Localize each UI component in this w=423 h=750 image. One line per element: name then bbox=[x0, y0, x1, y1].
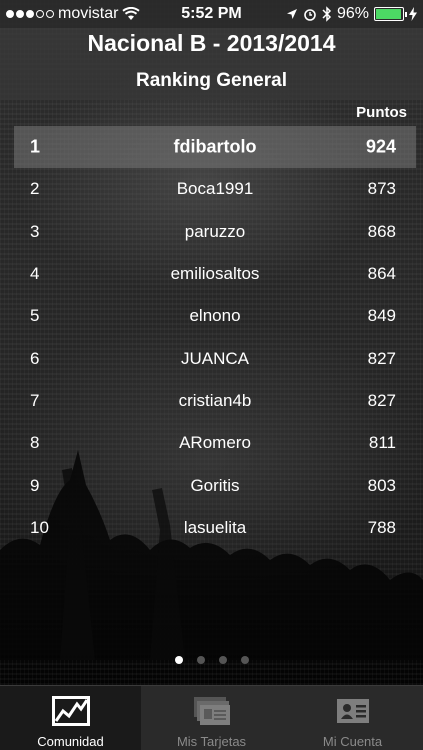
header: Nacional B - 2013/2014 Ranking General bbox=[0, 28, 423, 100]
player-name: Boca1991 bbox=[176, 179, 254, 199]
player-name: emiliosaltos bbox=[170, 264, 260, 284]
battery-percent: 96% bbox=[336, 5, 369, 22]
alarm-icon bbox=[304, 9, 316, 21]
tab-bar: Comunidad Mis Tarjetas Mi Cuenta bbox=[0, 685, 423, 750]
bluetooth-icon bbox=[322, 6, 332, 22]
player-points: 868 bbox=[367, 221, 396, 241]
page-indicator[interactable] bbox=[0, 656, 423, 664]
ranking-row[interactable]: 3 paruzzo 868 bbox=[14, 211, 416, 253]
player-points: 803 bbox=[367, 475, 396, 495]
status-bar: movistar 5:52 PM 96% bbox=[0, 0, 423, 28]
page-dot[interactable] bbox=[240, 656, 249, 664]
battery-icon bbox=[374, 7, 407, 21]
player-name: cristian4b bbox=[178, 390, 252, 410]
ranking-row[interactable]: 8 ARomero 811 bbox=[14, 422, 416, 464]
ranking-row[interactable]: 6 JUANCA 827 bbox=[14, 337, 416, 379]
tab-label: Mi Cuenta bbox=[322, 734, 383, 749]
player-name: lasuelita bbox=[183, 517, 247, 537]
ranking-row[interactable]: 5 elnono 849 bbox=[14, 295, 416, 337]
page-dot[interactable] bbox=[218, 656, 227, 664]
player-points: 788 bbox=[367, 517, 396, 537]
player-points: 849 bbox=[367, 306, 396, 326]
tab-label: Mis Tarjetas bbox=[176, 734, 247, 749]
ranking-row[interactable]: 10 lasuelita 788 bbox=[14, 507, 416, 549]
ranking-row[interactable]: 7 cristian4b 827 bbox=[14, 380, 416, 422]
points-column-header: Puntos bbox=[356, 104, 407, 121]
battery-level-fill bbox=[376, 9, 401, 19]
player-name: JUANCA bbox=[180, 348, 249, 368]
tab-mis-tarjetas[interactable]: Mis Tarjetas bbox=[141, 686, 282, 750]
chart-icon bbox=[51, 696, 90, 726]
charging-bolt-icon bbox=[409, 7, 417, 21]
player-points: 873 bbox=[367, 179, 396, 199]
player-name: ARomero bbox=[179, 433, 251, 453]
screen: movistar 5:52 PM 96% Nacional B - 2013/2… bbox=[0, 0, 423, 750]
page-subtitle: Ranking General bbox=[136, 70, 287, 91]
cards-icon bbox=[193, 697, 230, 725]
player-name: fdibartolo bbox=[173, 136, 257, 157]
ranking-row[interactable]: 2 Boca1991 873 bbox=[14, 168, 416, 210]
player-name: Goritis bbox=[190, 475, 240, 495]
account-card-icon bbox=[336, 699, 369, 723]
page-title: Nacional B - 2013/2014 bbox=[87, 30, 336, 56]
player-points: 827 bbox=[367, 390, 396, 410]
ranking-list: 1 fdibartolo 924 2 Boca1991 873 3 paruzzo 868 4 em… bbox=[14, 126, 416, 549]
page-dot[interactable] bbox=[196, 656, 205, 664]
page-dot[interactable] bbox=[174, 656, 183, 664]
tab-label: Comunidad bbox=[37, 734, 104, 749]
tab-mi-cuenta[interactable]: Mi Cuenta bbox=[282, 686, 423, 750]
player-points: 811 bbox=[368, 433, 396, 453]
player-points: 827 bbox=[367, 348, 396, 368]
ranking-row[interactable]: 9 Goritis 803 bbox=[14, 464, 416, 506]
location-arrow-icon bbox=[286, 9, 297, 19]
ranking-row[interactable]: 1 fdibartolo 924 bbox=[14, 126, 416, 169]
tab-comunidad[interactable]: Comunidad bbox=[0, 686, 141, 750]
player-name: paruzzo bbox=[184, 221, 246, 241]
ranking-row[interactable]: 4 emiliosaltos 864 bbox=[14, 253, 416, 295]
player-points: 924 bbox=[365, 136, 396, 157]
player-points: 864 bbox=[367, 264, 396, 284]
player-name: elnono bbox=[189, 306, 241, 326]
